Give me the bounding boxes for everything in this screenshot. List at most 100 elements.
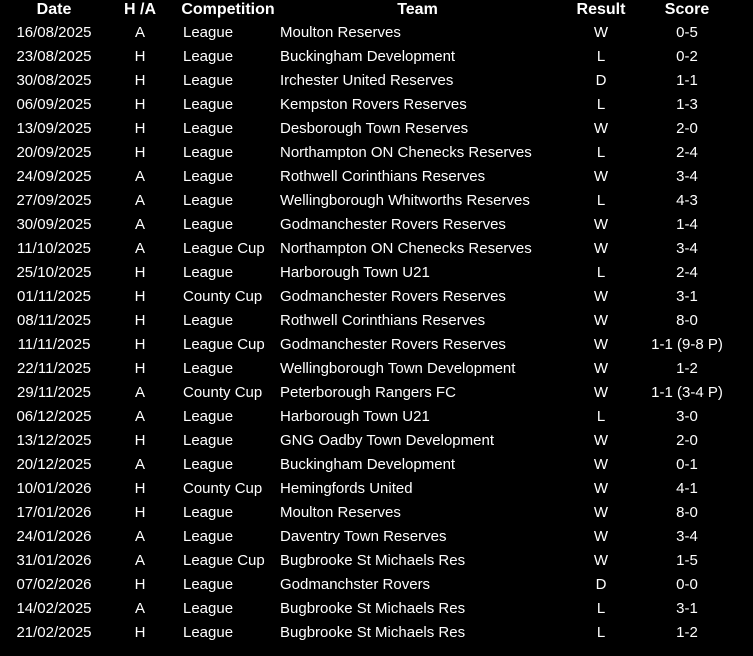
row-team: Rothwell Corinthians Reserves <box>280 168 486 185</box>
row-team: Northampton ON Chenecks Reserves <box>280 240 532 257</box>
row-result: L <box>596 600 606 617</box>
row-home-away: H <box>134 624 146 641</box>
row-result: W <box>593 216 609 233</box>
row-team: Harborough Town U21 <box>280 264 430 281</box>
row-score: 3-0 <box>676 408 698 425</box>
row-team: Buckingham Development <box>280 48 456 65</box>
row-competition: League <box>183 624 234 641</box>
header-competition: Competition <box>181 1 275 18</box>
row-score: 8-0 <box>676 504 698 521</box>
row-score: 2-4 <box>676 264 698 281</box>
row-date: 24/01/2026 <box>16 528 92 545</box>
row-result: W <box>593 432 609 449</box>
header-score: Score <box>664 1 710 18</box>
row-result: W <box>593 384 609 401</box>
row-home-away: H <box>134 312 146 329</box>
row-score: 0-5 <box>676 24 698 41</box>
row-score: 3-1 <box>676 600 698 617</box>
row-home-away: H <box>134 504 146 521</box>
row-home-away: H <box>134 144 146 161</box>
table-row: 23/08/2025 H League Buckingham Development L… <box>0 45 753 69</box>
row-competition: League <box>183 96 234 113</box>
row-team: Bugbrooke St Michaels Res <box>280 600 466 617</box>
row-result: W <box>593 552 609 569</box>
row-date: 01/11/2025 <box>17 288 91 305</box>
row-team: Buckingham Development <box>280 456 456 473</box>
row-team: Godmanchester Rovers Reserves <box>280 288 506 305</box>
row-team: Godmanchester Rovers Reserves <box>280 216 506 233</box>
row-date: 31/01/2026 <box>16 552 92 569</box>
table-row: 06/12/2025 A League Harborough Town U21 L 3-0 <box>0 405 753 429</box>
table-row: 11/10/2025 A League Cup Northampton ON Chen… <box>0 237 753 261</box>
row-home-away: A <box>134 528 145 545</box>
row-date: 29/11/2025 <box>17 384 91 401</box>
row-date: 06/12/2025 <box>16 408 92 425</box>
row-home-away: A <box>134 408 145 425</box>
row-score: 1-1 (9-8 P) <box>651 336 723 353</box>
row-competition: League <box>183 600 234 617</box>
row-result: W <box>593 528 609 545</box>
table-row: 01/11/2025 H County Cup Godmanchester Rover… <box>0 285 753 309</box>
table-row: 17/01/2026 H League Moulton Reserves W 8-0 <box>0 501 753 525</box>
row-home-away: H <box>134 432 146 449</box>
row-result: L <box>596 96 606 113</box>
row-team: Irchester United Reserves <box>280 72 454 89</box>
row-date: 11/10/2025 <box>17 240 91 257</box>
row-score: 0-2 <box>676 48 698 65</box>
header-home-away: H /A <box>124 1 156 18</box>
row-result: W <box>593 288 609 305</box>
row-result: W <box>593 240 609 257</box>
table-row: 07/02/2026 H League Godmanchster Rovers D 0-0 <box>0 573 753 597</box>
row-team: Bugbrooke St Michaels Res <box>280 624 466 641</box>
row-score: 2-4 <box>676 144 698 161</box>
row-competition: League Cup <box>183 336 265 353</box>
row-competition: League <box>183 576 234 593</box>
row-score: 8-0 <box>676 312 698 329</box>
row-result: L <box>596 264 606 281</box>
row-team: Godmanchester Rovers Reserves <box>280 336 506 353</box>
row-competition: League <box>183 360 234 377</box>
table-row: 22/11/2025 H League Wellingborough Town Dev… <box>0 357 753 381</box>
row-home-away: H <box>134 120 146 137</box>
row-date: 30/09/2025 <box>16 216 92 233</box>
row-team: Peterborough Rangers FC <box>280 384 456 401</box>
row-home-away: A <box>134 552 145 569</box>
row-score: 3-1 <box>676 288 698 305</box>
row-date: 22/11/2025 <box>17 360 91 377</box>
table-row: 21/02/2025 H League Bugbrooke St Michaels R… <box>0 621 753 645</box>
row-score: 1-3 <box>676 96 698 113</box>
table-row: 20/12/2025 A League Buckingham Development W… <box>0 453 753 477</box>
row-team: Northampton ON Chenecks Reserves <box>280 144 532 161</box>
row-result: W <box>593 336 609 353</box>
row-score: 1-5 <box>676 552 698 569</box>
row-date: 21/02/2025 <box>16 624 92 641</box>
row-competition: League <box>183 264 234 281</box>
row-team: Desborough Town Reserves <box>280 120 469 137</box>
row-score: 3-4 <box>676 240 698 257</box>
row-result: W <box>593 168 609 185</box>
row-date: 11/11/2025 <box>17 336 91 353</box>
table-row: 20/09/2025 H League Northampton ON Chenecks… <box>0 141 753 165</box>
row-competition: League <box>183 312 234 329</box>
row-date: 20/09/2025 <box>16 144 92 161</box>
row-date: 13/12/2025 <box>16 432 92 449</box>
row-home-away: A <box>134 384 145 401</box>
table-row: 27/09/2025 A League Wellingborough Whitwort… <box>0 189 753 213</box>
row-score: 2-0 <box>676 432 698 449</box>
row-date: 17/01/2026 <box>16 504 92 521</box>
table-row: 11/11/2025 H League Cup Godmanchester Rover… <box>0 333 753 357</box>
row-result: L <box>596 144 606 161</box>
row-competition: League Cup <box>183 240 265 257</box>
row-home-away: A <box>134 24 145 41</box>
row-competition: League <box>183 48 234 65</box>
row-result: W <box>593 24 609 41</box>
row-home-away: H <box>134 96 146 113</box>
row-result: W <box>593 360 609 377</box>
row-competition: League <box>183 144 234 161</box>
table-row: 25/10/2025 H League Harborough Town U21 L 2-4 <box>0 261 753 285</box>
table-row: 24/01/2026 A League Daventry Town Reserves W… <box>0 525 753 549</box>
row-date: 06/09/2025 <box>16 96 92 113</box>
row-result: W <box>593 456 609 473</box>
row-competition: League <box>183 216 234 233</box>
row-result: L <box>596 408 606 425</box>
